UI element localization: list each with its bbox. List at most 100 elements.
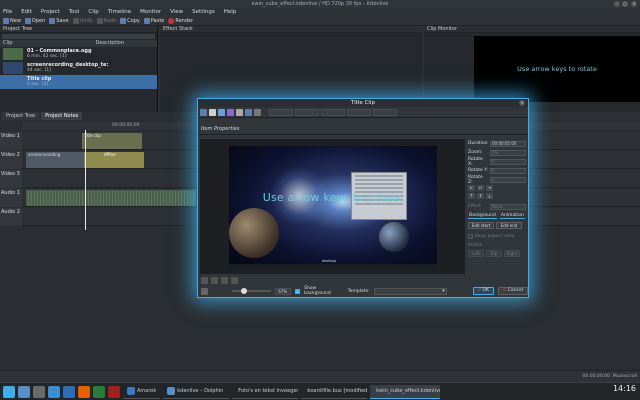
maximize-icon[interactable]: ▢ — [622, 1, 628, 7]
ok-button[interactable]: ✓ OK — [472, 287, 494, 295]
menu-project[interactable]: Project — [41, 8, 60, 16]
render-button[interactable]: Render — [168, 17, 193, 24]
app-launcher-icon[interactable] — [3, 385, 15, 398]
align-hcenter-icon[interactable]: ↔ — [477, 185, 484, 191]
align-left-icon[interactable]: ⇤ — [468, 185, 475, 191]
column-description[interactable]: Description — [96, 40, 124, 47]
track-header-audio1[interactable]: Audio 1 — [0, 189, 22, 207]
save-document-icon[interactable] — [245, 108, 252, 116]
list-item[interactable]: 01 - Commonplace.ogg 6 min. 42 sec. [1] — [0, 47, 157, 61]
edit-end-button[interactable]: Edit end — [496, 222, 522, 229]
title-text-item[interactable]: Use arrow keys to rotate — [200, 191, 465, 204]
menu-clip[interactable]: Clip — [88, 8, 98, 16]
system-settings-icon[interactable] — [33, 385, 45, 398]
tab-animation[interactable]: Animation — [499, 213, 525, 219]
rectangle-tool-icon[interactable] — [218, 108, 225, 116]
menu-timeline[interactable]: Timeline — [108, 8, 131, 16]
align-top-icon[interactable]: ⤒ — [468, 193, 475, 199]
keep-aspect-checkbox[interactable] — [468, 234, 473, 239]
paste-button[interactable]: Paste — [143, 17, 164, 24]
width-field[interactable] — [321, 108, 345, 116]
save-button[interactable]: Save — [49, 17, 69, 24]
guides-icon[interactable] — [221, 277, 228, 284]
firefox-icon[interactable] — [78, 385, 90, 398]
skype-icon[interactable] — [48, 385, 60, 398]
track-header-video2[interactable]: Video 2 — [0, 151, 22, 169]
align-vcenter-icon[interactable]: ↕ — [477, 193, 484, 199]
effect-clip-block[interactable]: Affine — [84, 152, 144, 168]
tab-background[interactable]: Background — [468, 213, 497, 219]
zoom-slider[interactable] — [231, 288, 272, 294]
show-background-checkbox[interactable]: ✓ — [295, 288, 301, 294]
x-position-field[interactable] — [269, 108, 293, 116]
open-document-icon[interactable] — [236, 108, 243, 116]
rotate-x-input[interactable]: 0 — [490, 158, 526, 165]
zoom-fit-icon[interactable] — [201, 277, 208, 284]
monitor-screen[interactable]: Use arrow keys to rotate — [474, 36, 640, 102]
track-header-audio2[interactable]: Audio 2 — [0, 208, 22, 226]
new-button[interactable]: New — [3, 17, 21, 24]
mail-icon[interactable] — [108, 385, 120, 398]
menu-monitor[interactable]: Monitor — [140, 8, 161, 16]
track-header-video1[interactable]: Video 1 — [0, 132, 22, 150]
effect-select[interactable]: None — [490, 203, 526, 210]
open-button[interactable]: Open — [24, 17, 45, 24]
rotate-y-input[interactable]: 0 — [490, 167, 526, 174]
text-tool-icon[interactable] — [209, 108, 216, 116]
rotate-z-input[interactable]: 0 — [490, 176, 526, 183]
menu-file[interactable]: File — [3, 8, 12, 16]
duration-input[interactable]: 00:00:05:00 — [490, 140, 526, 147]
list-item[interactable]: screenrecording_desktop_te: 44 sec. [1] — [0, 61, 157, 75]
dialog-close-icon[interactable]: ✕ — [519, 100, 525, 106]
task-board[interactable]: board/file.bux [modified] — [301, 385, 368, 399]
edit-start-button[interactable]: Edit start — [468, 222, 494, 229]
menu-settings[interactable]: Settings — [192, 8, 215, 16]
undo-button[interactable]: Undo — [72, 17, 93, 24]
task-dolphin[interactable]: kdenlive – Dolphin — [163, 385, 230, 399]
minimize-icon[interactable]: – — [614, 1, 620, 7]
task-amarok[interactable]: Amarok — [123, 385, 161, 399]
image-tool-icon[interactable] — [227, 108, 234, 116]
spreadsheet-icon[interactable] — [93, 385, 105, 398]
project-search-input[interactable] — [2, 34, 155, 39]
menu-view[interactable]: View — [170, 8, 183, 16]
list-item[interactable]: Title clip 5 sec. [1] — [0, 75, 157, 89]
zoom-original-icon[interactable] — [211, 277, 218, 284]
konsole-icon[interactable] — [63, 385, 75, 398]
grid-icon[interactable] — [231, 277, 238, 284]
track-header-video3[interactable]: Video 3 — [0, 170, 22, 188]
tab-project-tree[interactable]: Project Tree — [2, 112, 40, 120]
close-icon[interactable]: ✕ — [631, 1, 637, 7]
dolphin-icon[interactable] — [18, 385, 30, 398]
align-right-icon[interactable]: ⇥ — [486, 185, 493, 191]
redo-button[interactable]: Redo — [96, 17, 116, 24]
zoom-percent-field[interactable]: 67% — [275, 287, 292, 295]
align-bottom-icon[interactable]: ⤓ — [486, 193, 493, 199]
resize-left-button[interactable]: Left — [468, 250, 484, 257]
zoom-input[interactable]: 0% — [490, 149, 526, 156]
audio-clip-block[interactable] — [26, 190, 196, 206]
z-index-field[interactable] — [373, 108, 397, 116]
video-clip-block[interactable]: screenrecording — [26, 152, 84, 168]
menu-tool[interactable]: Tool — [69, 8, 80, 16]
task-foto[interactable]: Foto's en tekst invoegen — [232, 385, 299, 399]
align-icon[interactable] — [254, 108, 261, 116]
resize-top-button[interactable]: Top — [486, 250, 502, 257]
resize-right-button[interactable]: Right — [504, 250, 520, 257]
template-dropdown[interactable] — [373, 287, 447, 295]
menu-help[interactable]: Help — [224, 8, 237, 16]
y-position-field[interactable] — [295, 108, 319, 116]
height-field[interactable] — [347, 108, 371, 116]
task-kdenlive[interactable]: kwin_cube_effect.kdenlive — [370, 384, 441, 399]
menu-edit[interactable]: Edit — [21, 8, 32, 16]
title-canvas[interactable]: desktop Use arrow keys to rotate — [200, 139, 465, 274]
cancel-button[interactable]: ⊘ Cancel — [497, 287, 528, 295]
timeline-playhead[interactable] — [85, 130, 86, 230]
select-tool-icon[interactable] — [200, 108, 207, 116]
tab-project-notes[interactable]: Project Notes — [41, 112, 83, 120]
zoom-slider-handle[interactable] — [240, 288, 247, 294]
copy-button[interactable]: Copy — [120, 17, 140, 24]
column-clip[interactable]: Clip — [3, 40, 12, 47]
title-clip-block[interactable]: Title clip — [82, 133, 142, 149]
taskbar-clock[interactable]: 14:16 — [613, 384, 636, 393]
